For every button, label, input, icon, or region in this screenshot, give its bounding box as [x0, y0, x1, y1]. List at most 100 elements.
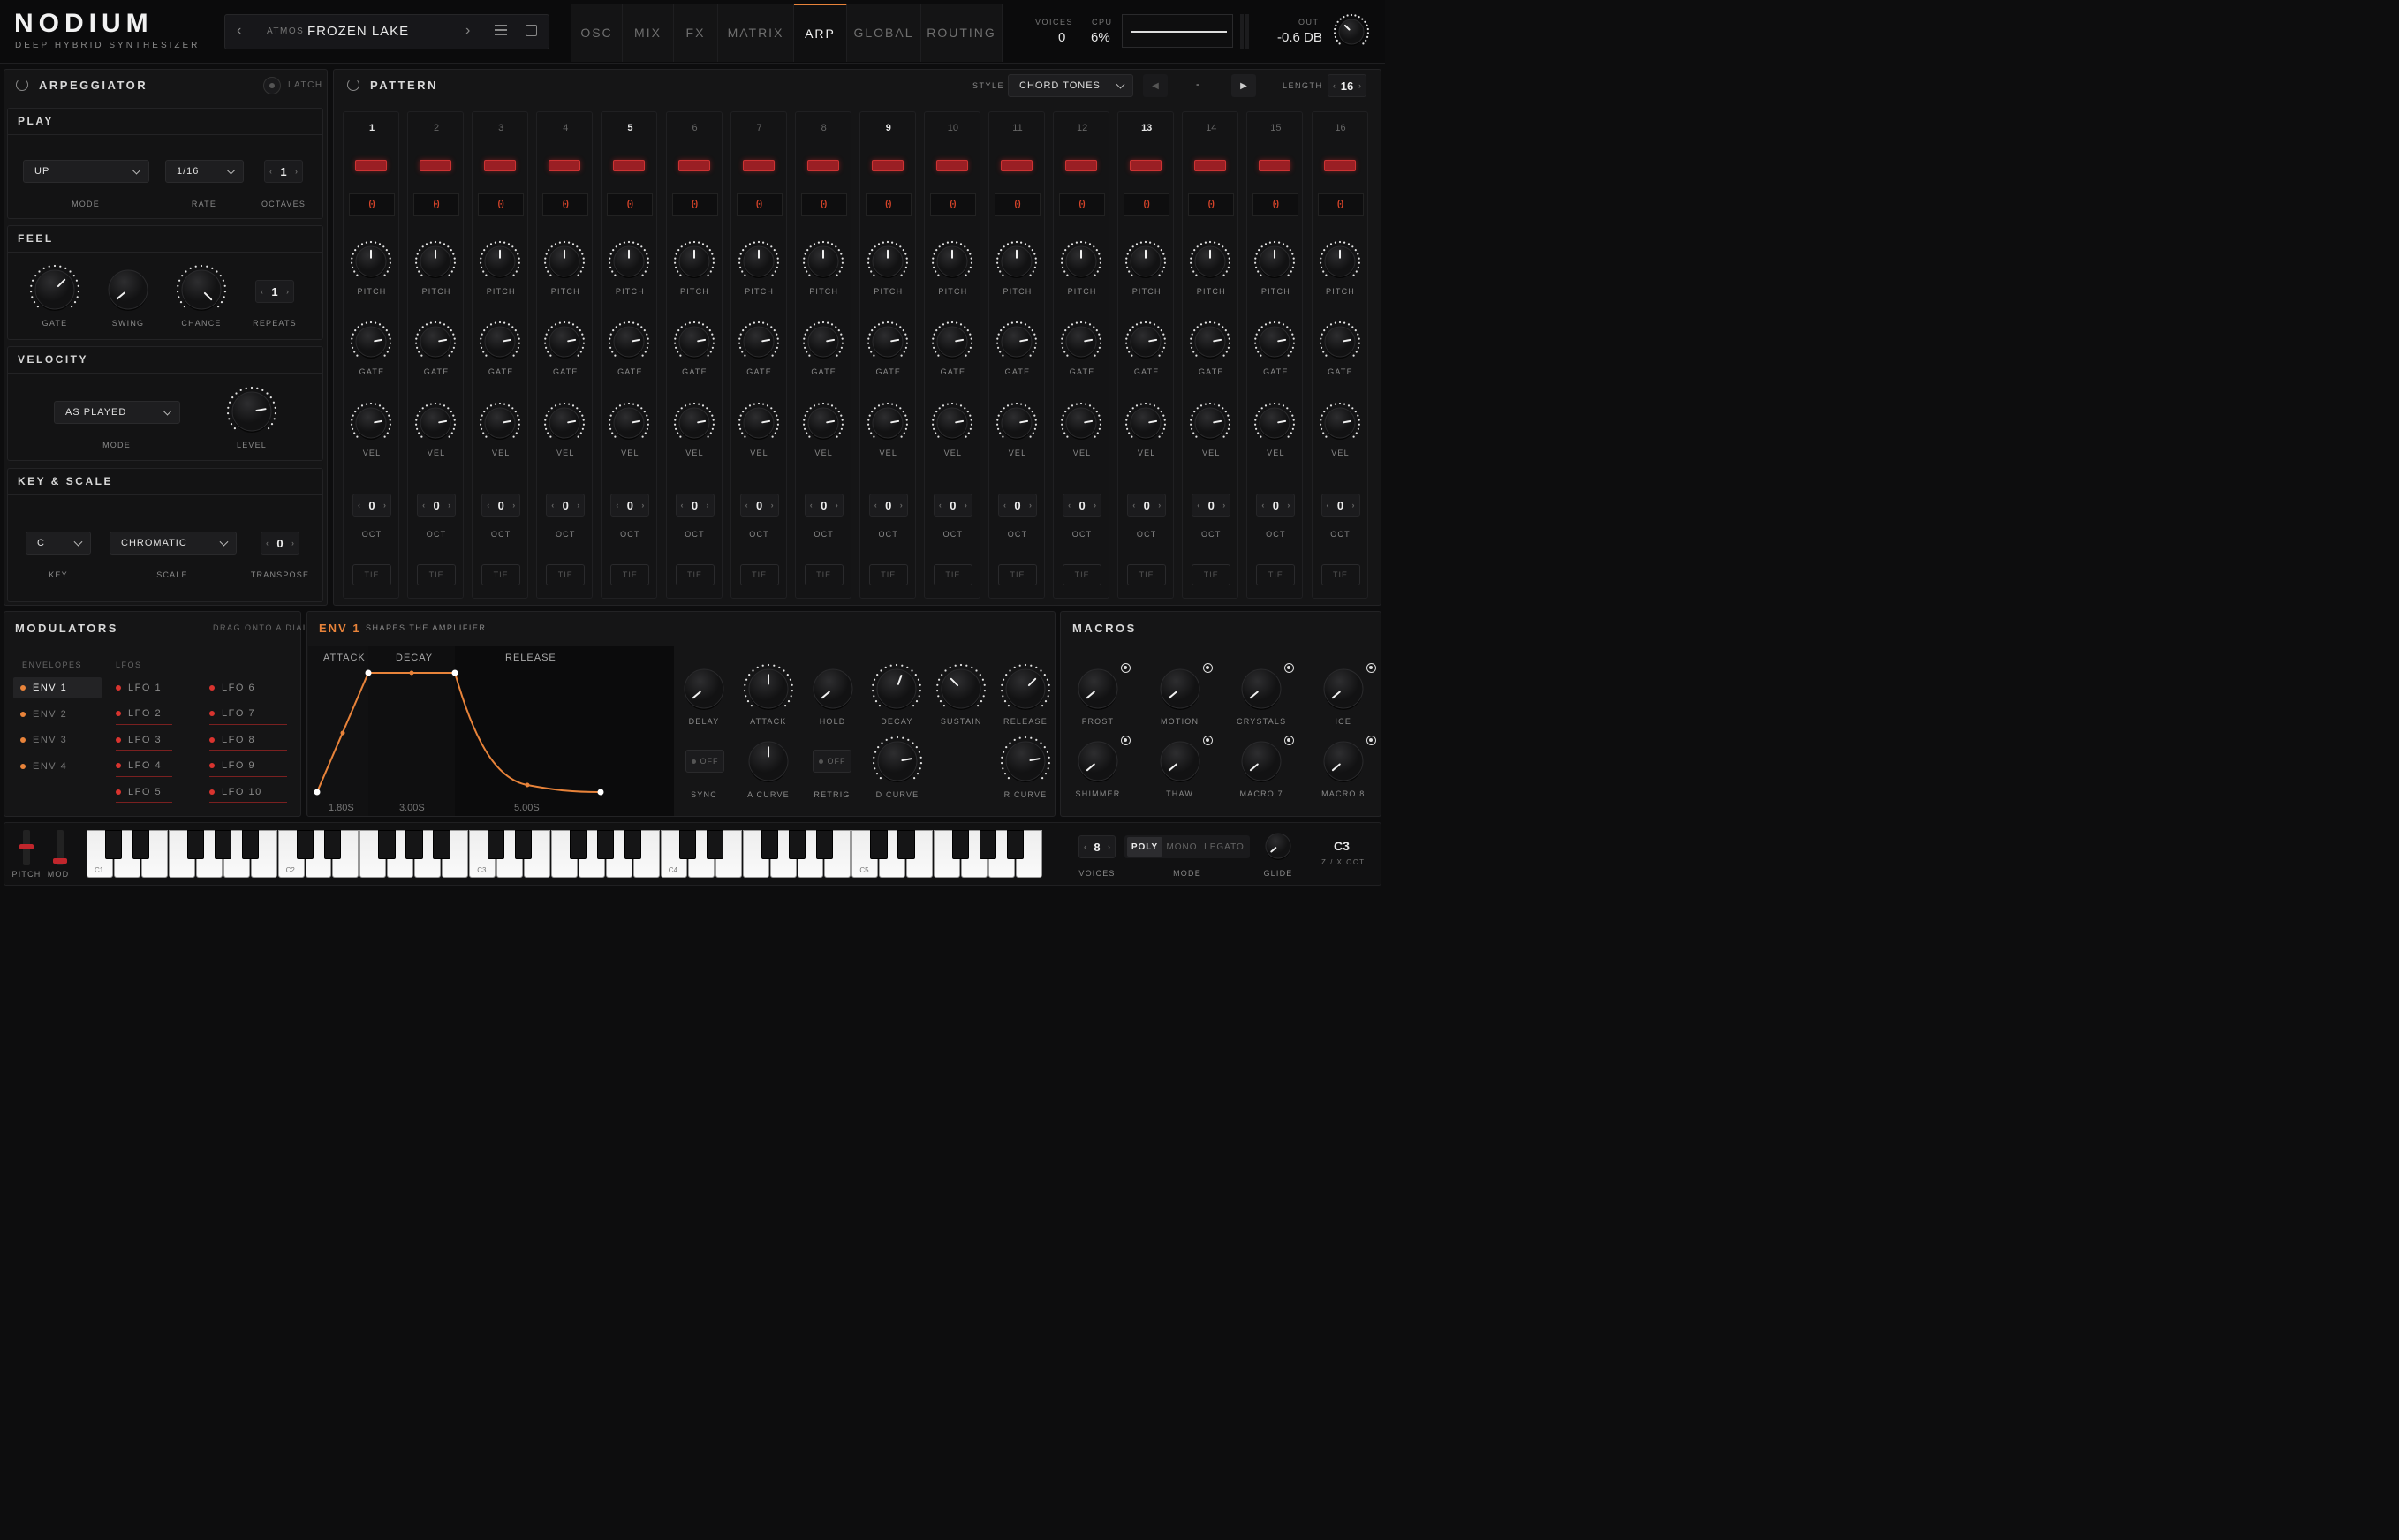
black-key[interactable]	[706, 830, 723, 859]
macro-knob[interactable]	[1154, 662, 1207, 715]
output-knob[interactable]	[1332, 12, 1371, 51]
mode-mono-button[interactable]: MONO	[1164, 837, 1200, 857]
step-pitch-knob[interactable]	[607, 239, 651, 283]
macro-knob[interactable]	[1071, 735, 1124, 788]
pattern-power-icon[interactable]	[347, 79, 359, 91]
decrement-icon[interactable]: ‹	[358, 501, 360, 510]
lfo-item[interactable]: LFO 10	[209, 781, 287, 803]
arp-rate-dropdown[interactable]: 1/16	[165, 160, 244, 183]
step-note-display[interactable]: 0	[1317, 193, 1364, 216]
macro-mod-target-icon[interactable]	[1121, 663, 1131, 673]
step-pitch-knob[interactable]	[1252, 239, 1297, 283]
decrement-icon[interactable]: ‹	[616, 501, 618, 510]
lfo-item[interactable]: LFO 4	[116, 756, 172, 777]
mod-wheel[interactable]	[53, 830, 67, 865]
decrement-icon[interactable]: ‹	[745, 501, 748, 510]
step-pitch-knob[interactable]	[930, 239, 974, 283]
increment-icon[interactable]: ›	[836, 501, 838, 510]
step-velocity-knob[interactable]	[413, 401, 458, 445]
step-gate-knob[interactable]	[866, 320, 910, 364]
step-pitch-knob[interactable]	[801, 239, 845, 283]
tab-fx[interactable]: FX	[674, 4, 718, 62]
step-tie-toggle[interactable]: TIE	[868, 564, 908, 585]
black-key[interactable]	[952, 830, 970, 859]
d-curve-knob[interactable]	[871, 735, 924, 788]
step-gate-knob[interactable]	[995, 320, 1039, 364]
step-note-display[interactable]: 0	[478, 193, 525, 216]
step-tie-toggle[interactable]: TIE	[1321, 564, 1360, 585]
sustain-knob[interactable]	[935, 662, 988, 715]
lfo-item[interactable]: LFO 1	[116, 677, 172, 698]
lfo-item[interactable]: LFO 5	[116, 781, 172, 803]
black-key[interactable]	[788, 830, 806, 859]
velocity-level-knob[interactable]	[225, 385, 278, 438]
lfo-item[interactable]: LFO 3	[116, 729, 172, 751]
increment-icon[interactable]: ›	[1029, 501, 1032, 510]
latch-toggle-icon[interactable]	[263, 77, 281, 94]
save-icon[interactable]	[526, 25, 537, 36]
step-octave-stepper[interactable]: ‹ 0 ›	[481, 494, 521, 517]
mode-legato-button[interactable]: LEGATO	[1201, 837, 1247, 857]
step-gate-knob[interactable]	[672, 320, 716, 364]
step-gate-toggle[interactable]	[613, 160, 646, 171]
black-key[interactable]	[105, 830, 123, 859]
step-tie-toggle[interactable]: TIE	[739, 564, 779, 585]
macro-knob[interactable]	[1154, 735, 1207, 788]
step-gate-toggle[interactable]	[1323, 160, 1356, 171]
decrement-icon[interactable]: ‹	[1197, 501, 1200, 510]
r-curve-knob[interactable]	[999, 735, 1052, 788]
step-tie-toggle[interactable]: TIE	[1127, 564, 1167, 585]
increment-icon[interactable]: ›	[771, 501, 774, 510]
increment-icon[interactable]: ›	[965, 501, 967, 510]
black-key[interactable]	[515, 830, 533, 859]
step-gate-knob[interactable]	[607, 320, 651, 364]
macro-mod-target-icon[interactable]	[1202, 736, 1213, 745]
chance-knob[interactable]	[175, 263, 228, 316]
step-gate-toggle[interactable]	[871, 160, 904, 171]
step-note-display[interactable]: 0	[1252, 193, 1299, 216]
black-key[interactable]	[186, 830, 205, 859]
decrement-icon[interactable]: ‹	[1327, 501, 1329, 510]
step-tie-toggle[interactable]: TIE	[546, 564, 586, 585]
power-icon[interactable]	[16, 79, 28, 91]
tab-matrix[interactable]: MATRIX	[718, 4, 794, 62]
step-octave-stepper[interactable]: ‹ 0 ›	[739, 494, 779, 517]
octaves-stepper[interactable]: ‹ 1 ›	[264, 160, 303, 183]
step-pitch-knob[interactable]	[866, 239, 910, 283]
step-gate-toggle[interactable]	[355, 160, 387, 171]
next-preset-icon[interactable]: ›	[465, 23, 470, 39]
step-velocity-knob[interactable]	[1318, 401, 1362, 445]
step-gate-knob[interactable]	[737, 320, 781, 364]
macro-knob[interactable]	[1317, 735, 1370, 788]
step-gate-knob[interactable]	[1188, 320, 1232, 364]
mode-poly-button[interactable]: POLY	[1127, 837, 1162, 857]
step-pitch-knob[interactable]	[349, 239, 393, 283]
decrement-icon[interactable]: ‹	[1132, 501, 1135, 510]
black-key[interactable]	[570, 830, 587, 859]
black-key[interactable]	[323, 830, 341, 859]
step-pitch-knob[interactable]	[737, 239, 781, 283]
step-gate-knob[interactable]	[1059, 320, 1103, 364]
step-note-display[interactable]: 0	[349, 193, 395, 216]
step-note-display[interactable]: 0	[542, 193, 589, 216]
black-key[interactable]	[897, 830, 915, 859]
step-velocity-knob[interactable]	[349, 401, 393, 445]
step-gate-knob[interactable]	[349, 320, 393, 364]
step-gate-toggle[interactable]	[484, 160, 517, 171]
decrement-icon[interactable]: ‹	[422, 501, 425, 510]
step-gate-toggle[interactable]	[677, 160, 710, 171]
black-key[interactable]	[488, 830, 505, 859]
step-gate-knob[interactable]	[1252, 320, 1297, 364]
step-note-display[interactable]: 0	[929, 193, 976, 216]
step-velocity-knob[interactable]	[737, 401, 781, 445]
step-gate-knob[interactable]	[542, 320, 587, 364]
swing-knob[interactable]	[102, 263, 155, 316]
style-dropdown[interactable]: CHORD TONES	[1008, 74, 1133, 97]
black-key[interactable]	[405, 830, 423, 859]
step-gate-toggle[interactable]	[806, 160, 839, 171]
step-note-display[interactable]: 0	[1188, 193, 1235, 216]
macro-knob[interactable]	[1317, 662, 1370, 715]
glide-knob[interactable]	[1259, 827, 1298, 865]
step-note-display[interactable]: 0	[736, 193, 783, 216]
step-velocity-knob[interactable]	[542, 401, 587, 445]
